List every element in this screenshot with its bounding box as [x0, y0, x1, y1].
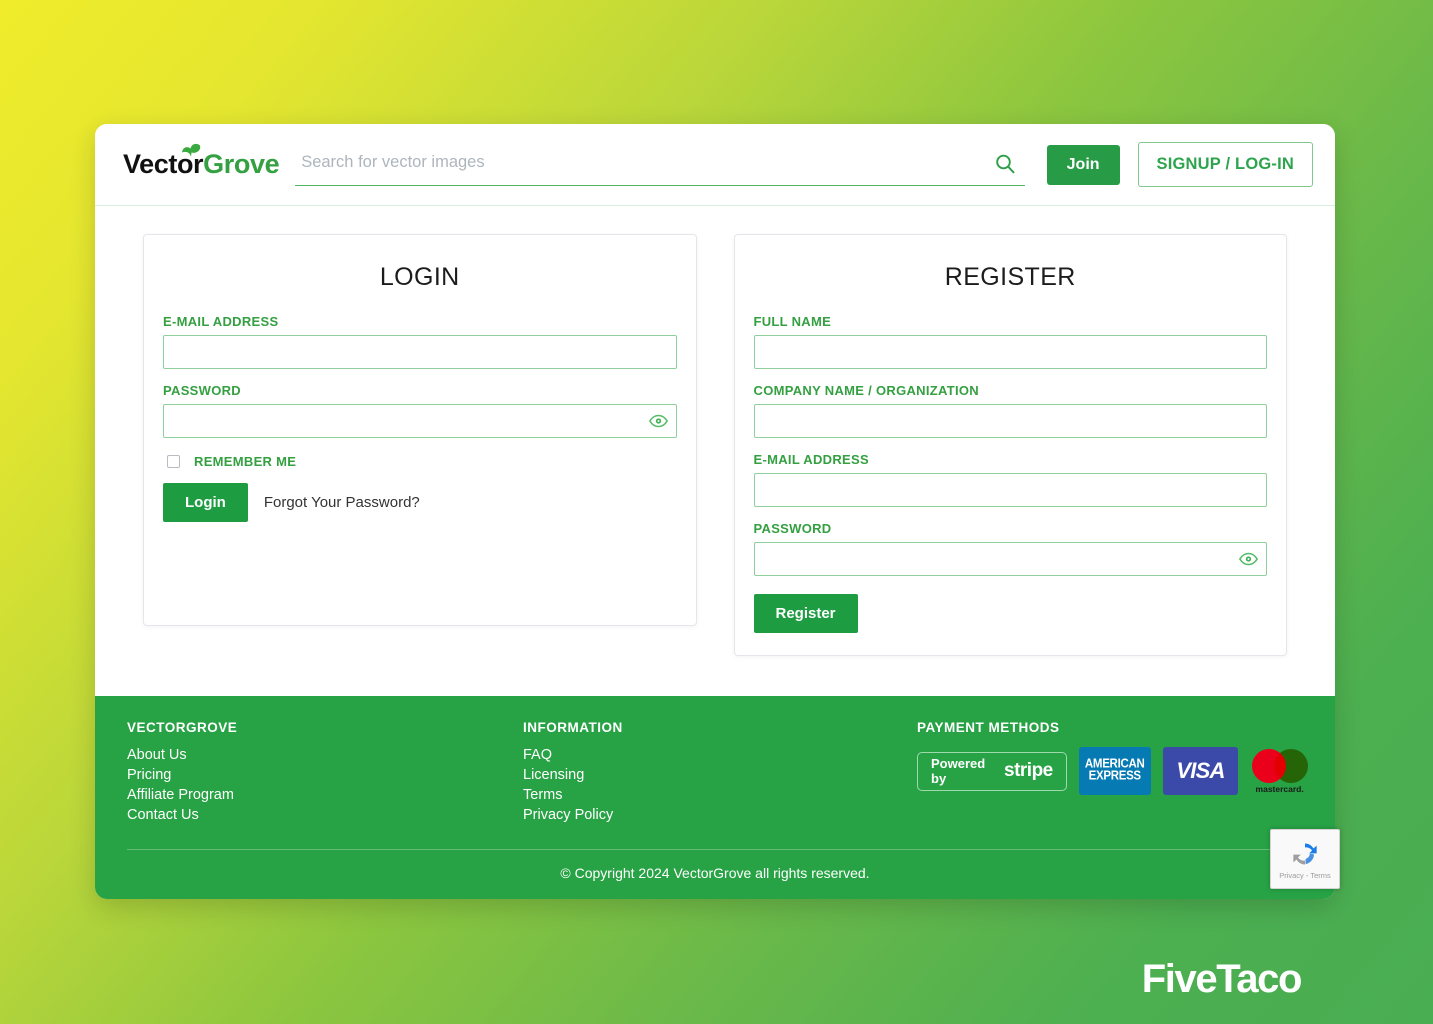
copyright-text: © Copyright 2024 VectorGrove all rights … — [560, 865, 870, 881]
footer-link-affiliate-program[interactable]: Affiliate Program — [127, 787, 523, 803]
register-email-label: E-MAIL ADDRESS — [753, 452, 869, 467]
site-header: VectorGrove Join SIGNUP / LOG-IN — [95, 124, 1335, 206]
register-email-field: E-MAIL ADDRESS — [753, 452, 1267, 507]
logo-text-part3: Grove — [203, 149, 280, 179]
footer-columns: VECTORGROVE About Us Pricing Affiliate P… — [127, 720, 1308, 849]
register-company-label: COMPANY NAME / ORGANIZATION — [753, 383, 979, 398]
search-input[interactable] — [295, 152, 985, 176]
remember-me-row: REMEMBER ME — [163, 454, 677, 469]
eye-icon — [648, 414, 668, 428]
register-password-label: PASSWORD — [753, 521, 832, 536]
login-button[interactable]: Login — [163, 483, 248, 522]
login-password-field: PASSWORD — [163, 383, 677, 438]
login-panel: LOGIN E-MAIL ADDRESS PASSWORD REMEMBER M… — [143, 234, 697, 626]
footer-information-title: INFORMATION — [523, 720, 623, 735]
eye-icon — [1238, 552, 1259, 566]
remember-me-label[interactable]: REMEMBER ME — [194, 454, 296, 469]
login-password-toggle-button[interactable] — [647, 412, 670, 430]
site-logo[interactable]: VectorGrove — [123, 143, 280, 180]
register-password-field: PASSWORD — [753, 521, 1267, 576]
login-password-input-shell — [163, 404, 677, 438]
register-email-input[interactable] — [753, 473, 1267, 507]
footer-link-about-us[interactable]: About Us — [127, 747, 523, 763]
register-company-input[interactable] — [753, 404, 1267, 438]
search-icon — [995, 154, 1015, 174]
stripe-powered-by-label: Powered by — [931, 756, 986, 786]
search-button[interactable] — [985, 152, 1025, 176]
stripe-wordmark: stripe — [1004, 760, 1053, 781]
visa-wordmark: VISA — [1176, 758, 1225, 783]
register-email-input-shell — [753, 473, 1267, 507]
footer-brand-column: VECTORGROVE About Us Pricing Affiliate P… — [127, 720, 523, 827]
recaptcha-icon — [1293, 843, 1317, 864]
register-company-input-shell — [753, 404, 1267, 438]
payment-methods-row: Powered by stripe AMERICAN EXPRESS VISA — [917, 747, 1309, 795]
footer-link-faq[interactable]: FAQ — [523, 747, 917, 763]
register-panel: REGISTER FULL NAME COMPANY NAME / ORGANI… — [733, 234, 1287, 656]
footer-payment-column: PAYMENT METHODS Powered by stripe AMERIC… — [917, 720, 1309, 827]
main-content: LOGIN E-MAIL ADDRESS PASSWORD REMEMBER M… — [95, 206, 1335, 696]
fivetaco-watermark: FiveTaco — [1141, 957, 1303, 1001]
login-email-input-shell — [163, 335, 677, 369]
footer-link-terms[interactable]: Terms — [523, 787, 917, 803]
leaf-icon — [182, 143, 201, 157]
register-company-field: COMPANY NAME / ORGANIZATION — [753, 383, 1267, 438]
footer-link-licensing[interactable]: Licensing — [523, 767, 917, 783]
visa-icon: VISA — [1162, 747, 1239, 795]
login-action-row: Login Forgot Your Password? — [163, 483, 677, 522]
join-button[interactable]: Join — [1046, 144, 1120, 185]
login-email-input[interactable] — [163, 335, 677, 369]
recaptcha-text: Privacy - Terms — [1279, 870, 1331, 880]
register-fullname-input[interactable] — [753, 335, 1267, 369]
register-password-toggle-button[interactable] — [1237, 550, 1260, 568]
login-email-label: E-MAIL ADDRESS — [163, 314, 279, 329]
footer-brand-title: VECTORGROVE — [127, 720, 238, 735]
login-password-label: PASSWORD — [163, 383, 241, 398]
footer-link-contact-us[interactable]: Contact Us — [127, 807, 523, 823]
mastercard-circles — [1251, 748, 1308, 783]
register-title: REGISTER — [944, 263, 1076, 291]
login-email-field: E-MAIL ADDRESS — [163, 314, 677, 369]
footer-link-privacy-policy[interactable]: Privacy Policy — [523, 807, 917, 823]
register-password-input[interactable] — [753, 542, 1267, 576]
signup-login-button[interactable]: SIGNUP / LOG-IN — [1137, 142, 1313, 187]
footer-information-column: INFORMATION FAQ Licensing Terms Privacy … — [523, 720, 917, 827]
page-card: VectorGrove Join SIGNUP / LOG-IN LOGIN E… — [95, 124, 1335, 899]
register-fullname-label: FULL NAME — [753, 314, 832, 329]
mastercard-yellow-circle — [1273, 748, 1308, 783]
logo-text-part1: Vect — [123, 149, 177, 179]
register-fullname-input-shell — [753, 335, 1267, 369]
remember-me-checkbox[interactable] — [167, 455, 180, 468]
stripe-badge-icon: Powered by stripe — [917, 751, 1067, 791]
forgot-password-link[interactable]: Forgot Your Password? — [264, 494, 420, 511]
register-button[interactable]: Register — [753, 594, 858, 633]
register-fullname-field: FULL NAME — [753, 314, 1267, 369]
mastercard-icon: mastercard. — [1250, 747, 1309, 795]
amex-line2: EXPRESS — [1088, 769, 1142, 783]
mastercard-wordmark: mastercard. — [1255, 783, 1304, 794]
footer-payment-title: PAYMENT METHODS — [917, 720, 1060, 735]
site-footer: VECTORGROVE About Us Pricing Affiliate P… — [95, 696, 1335, 899]
american-express-icon: AMERICAN EXPRESS — [1078, 747, 1151, 795]
register-action-row: Register — [753, 594, 1268, 633]
login-title: LOGIN — [379, 263, 460, 291]
footer-link-pricing[interactable]: Pricing — [127, 767, 523, 783]
register-password-input-shell — [753, 542, 1267, 576]
login-password-input[interactable] — [163, 404, 677, 438]
recaptcha-badge[interactable]: Privacy - Terms — [1270, 829, 1340, 889]
search-bar — [295, 144, 1025, 186]
